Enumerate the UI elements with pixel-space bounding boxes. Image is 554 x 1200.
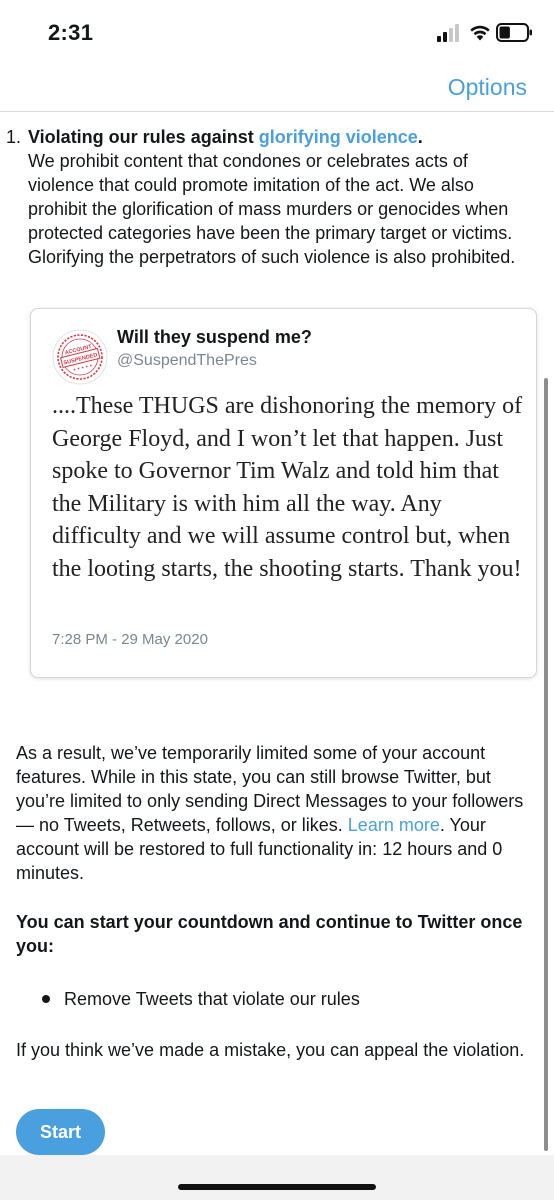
countdown-heading: You can start your countdown and continu… xyxy=(16,912,523,956)
rule-title: Violating our rules against glorifying v… xyxy=(28,127,423,147)
tweet-display-name: Will they suspend me? xyxy=(117,327,312,347)
scrollbar[interactable] xyxy=(544,378,548,1151)
wifi-icon xyxy=(470,25,490,41)
bullet-icon xyxy=(42,995,50,1003)
home-indicator[interactable] xyxy=(178,1184,376,1190)
cellular-signal-icon xyxy=(437,24,463,42)
list-item: Remove Tweets that violate our rules xyxy=(64,989,360,1009)
content-area: 1. Violating our rules against glorifyin… xyxy=(0,113,554,1155)
rule-number: 1. xyxy=(6,127,22,147)
rule-title-prefix: Violating our rules against xyxy=(28,127,259,147)
rule-title-suffix: . xyxy=(417,127,423,147)
battery-icon xyxy=(496,23,532,42)
account-suspended-stamp-avatar: ACCOUNT SUSPENDED ★ ★ ★ ★ ★ xyxy=(52,329,108,385)
nav-bar: Options xyxy=(0,64,554,112)
result-message: As a result, we’ve temporarily limited s… xyxy=(16,741,536,885)
tweet-handle: @SuspendThePres xyxy=(117,352,257,369)
glorifying-violence-link[interactable]: glorifying violence xyxy=(259,127,418,147)
learn-more-link[interactable]: Learn more xyxy=(348,815,440,835)
rule-item: Violating our rules against glorifying v… xyxy=(28,125,533,269)
tweet-card[interactable]: ACCOUNT SUSPENDED ★ ★ ★ ★ ★ Will they su… xyxy=(30,308,537,678)
status-bar: 2:31 xyxy=(0,0,554,64)
tweet-timestamp: 7:28 PM - 29 May 2020 xyxy=(52,631,208,648)
status-time: 2:31 xyxy=(48,20,94,45)
tweet-text: ....These THUGS are dishonoring the memo… xyxy=(52,393,523,582)
start-button[interactable]: Start xyxy=(16,1109,105,1155)
options-button[interactable]: Options xyxy=(448,74,527,101)
rule-description: We prohibit content that condones or cel… xyxy=(28,151,516,267)
bottom-bar xyxy=(0,1155,554,1200)
appeal-text: If you think we’ve made a mistake, you c… xyxy=(16,1040,525,1060)
